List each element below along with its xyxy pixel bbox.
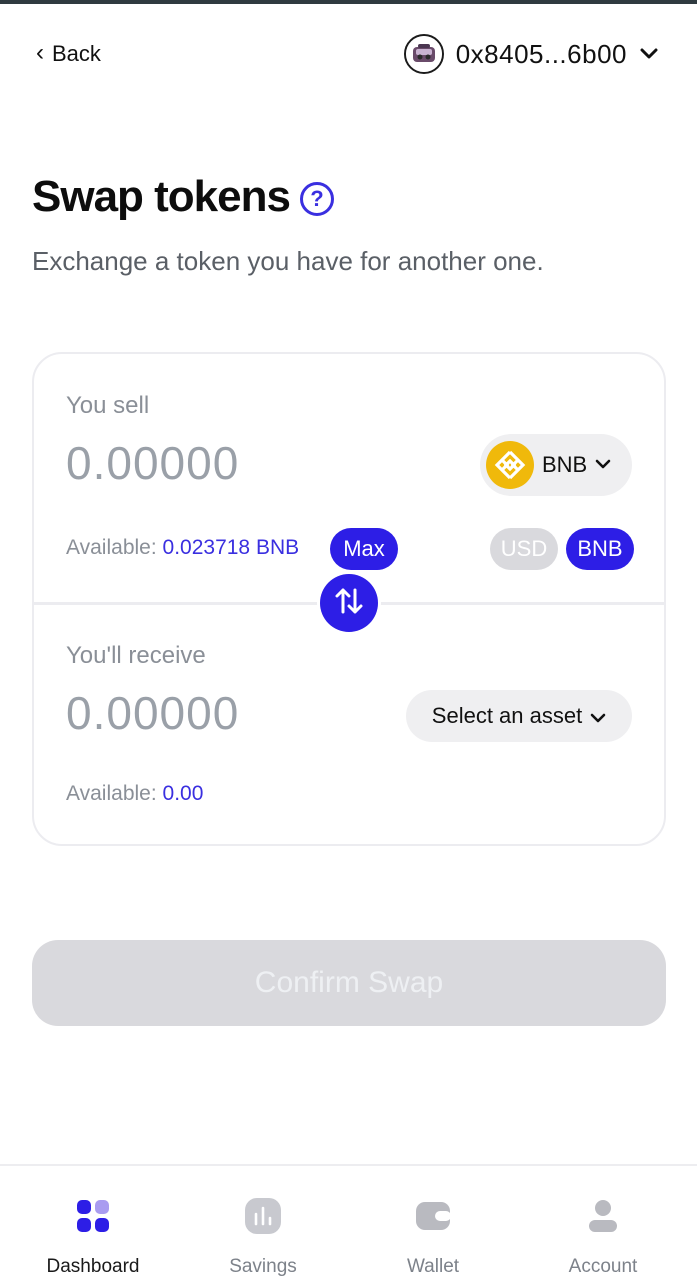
receive-available-prefix: Available:	[66, 782, 163, 805]
savings-icon	[243, 1196, 283, 1236]
bnb-icon	[486, 441, 534, 489]
title-row: Swap tokens ?	[32, 172, 334, 222]
chevron-down-icon	[595, 456, 611, 474]
unit-usd-button[interactable]: USD	[490, 528, 558, 570]
account-switcher[interactable]: 0x8405...6b00	[403, 33, 659, 75]
sell-token-select[interactable]: BNB	[480, 434, 632, 496]
nav-item-dashboard[interactable]: Dashboard	[8, 1166, 178, 1280]
top-edge-line	[0, 0, 697, 4]
nav-item-wallet[interactable]: Wallet	[348, 1166, 518, 1280]
swap-direction-button[interactable]	[320, 574, 378, 632]
nav-label-account: Account	[568, 1256, 638, 1277]
chevron-down-icon	[590, 703, 606, 729]
wallet-address: 0x8405...6b00	[455, 38, 627, 69]
back-label: Back	[52, 41, 101, 66]
swap-card: You sell 0.00000 BNB Available: 0.023718…	[32, 352, 666, 846]
sell-available: Available: 0.023718 BNB	[66, 536, 299, 560]
unit-bnb-button[interactable]: BNB	[566, 528, 634, 570]
back-button[interactable]: ‹ Back	[36, 38, 101, 70]
receive-available-value: 0.00	[162, 782, 204, 805]
select-asset-label: Select an asset	[431, 703, 583, 728]
swap-arrows-icon	[333, 585, 365, 622]
bottom-nav: Dashboard Savings Wallet Account	[0, 1164, 697, 1280]
chevron-left-icon: ‹	[36, 39, 44, 66]
receive-available: Available: 0.00	[66, 782, 203, 806]
nav-label-savings: Savings	[229, 1256, 297, 1277]
sell-amount-input[interactable]: 0.00000	[66, 436, 239, 490]
receive-amount-input[interactable]: 0.00000	[66, 686, 239, 740]
help-icon[interactable]: ?	[299, 182, 334, 216]
avatar	[403, 34, 444, 74]
nav-label-dashboard: Dashboard	[46, 1256, 140, 1277]
nav-item-account[interactable]: Account	[518, 1166, 688, 1280]
chevron-down-icon	[639, 44, 659, 64]
confirm-swap-button[interactable]: Confirm Swap	[32, 940, 666, 1026]
receive-label: You'll receive	[66, 642, 206, 669]
nav-label-wallet: Wallet	[406, 1256, 460, 1277]
nav-item-savings[interactable]: Savings	[178, 1166, 348, 1280]
page-subtitle: Exchange a token you have for another on…	[32, 246, 544, 276]
sell-available-value: 0.023718 BNB	[162, 536, 300, 559]
account-icon	[583, 1196, 623, 1236]
select-asset-dropdown[interactable]: Select an asset	[406, 690, 632, 742]
dashboard-icon	[73, 1196, 113, 1236]
page-title: Swap tokens	[32, 172, 291, 221]
sell-token-name: BNB	[542, 452, 588, 477]
sell-available-prefix: Available:	[66, 536, 163, 559]
max-button[interactable]: Max	[330, 528, 398, 570]
wallet-icon	[413, 1196, 453, 1236]
sell-label: You sell	[66, 392, 150, 419]
